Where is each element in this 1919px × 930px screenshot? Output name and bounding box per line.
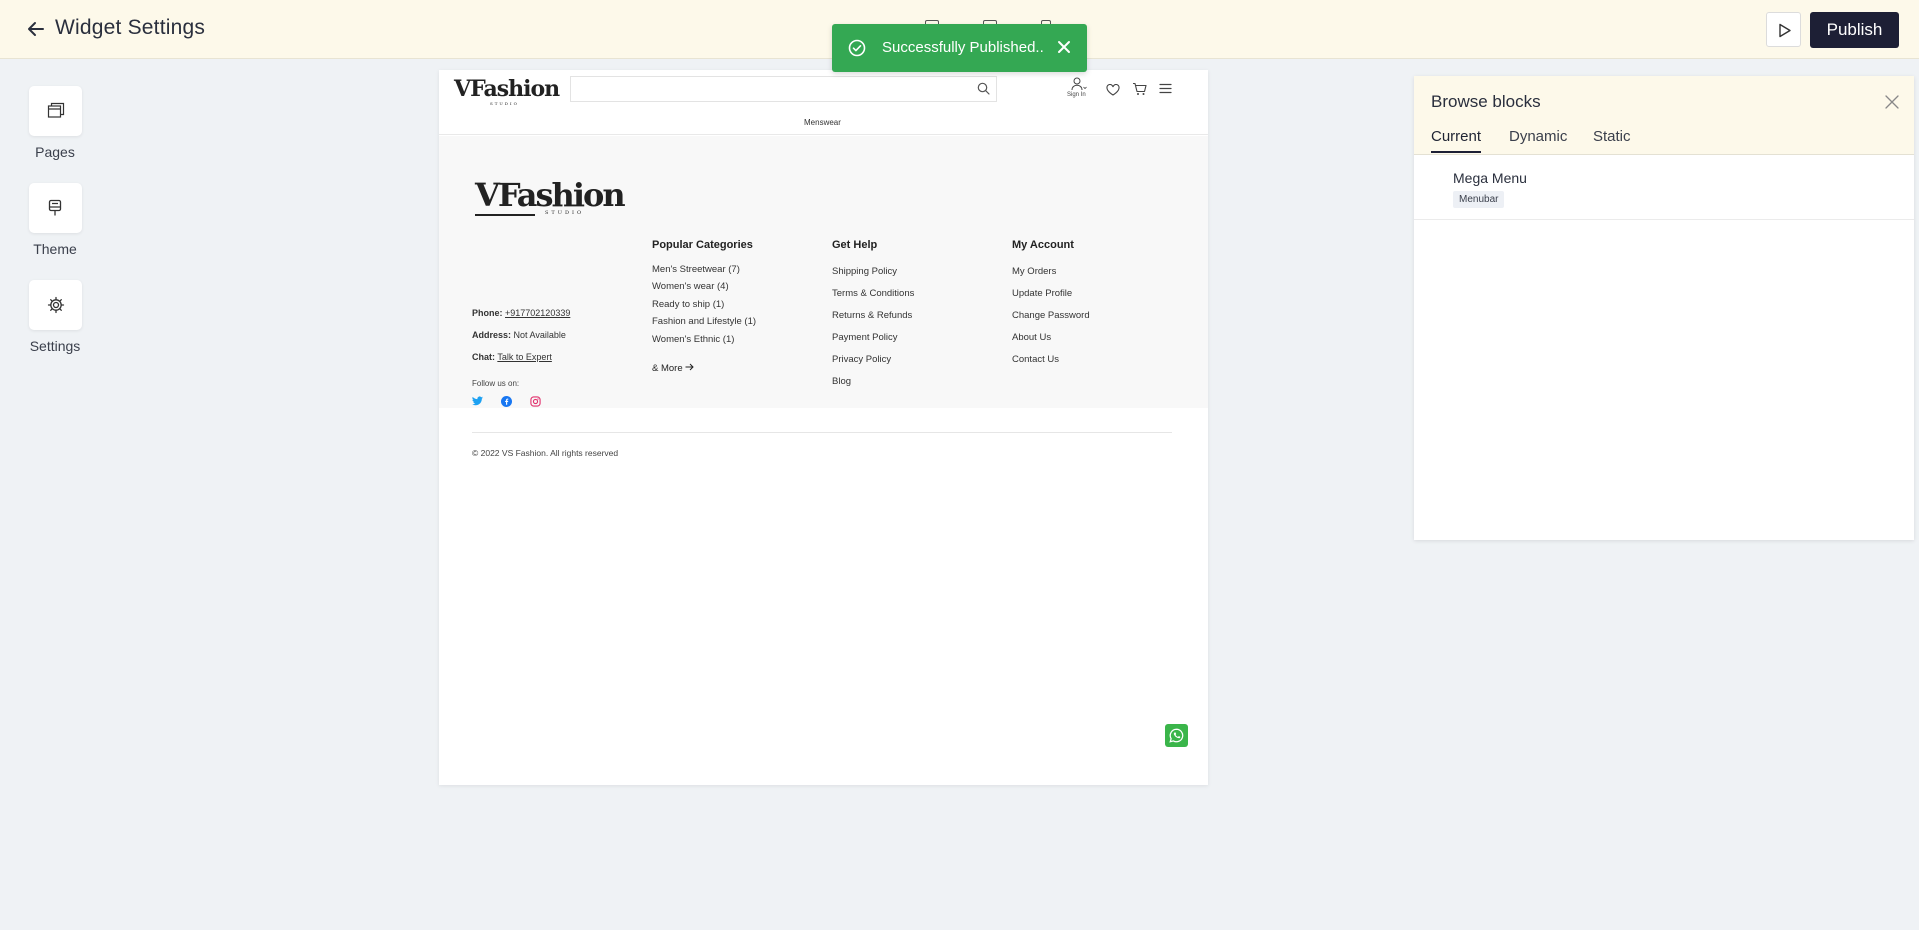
footer-link[interactable]: Change Password	[1012, 310, 1090, 321]
footer-logo: VFashion STUDIO	[475, 176, 626, 216]
sidebar-item-settings[interactable]: Settings	[26, 280, 84, 354]
cart-icon[interactable]	[1132, 82, 1147, 96]
footer-col-title: My Account	[1012, 239, 1074, 251]
footer-link[interactable]: Update Profile	[1012, 288, 1072, 299]
footer-divider	[472, 432, 1172, 433]
chat-link[interactable]: Talk to Expert	[497, 352, 552, 362]
footer-link[interactable]: Women's wear (4)	[652, 281, 729, 292]
close-icon[interactable]	[1884, 94, 1900, 110]
footer-link[interactable]: Shipping Policy	[832, 266, 897, 277]
preview-button[interactable]	[1766, 12, 1801, 47]
instagram-icon[interactable]	[530, 396, 541, 407]
footer-link[interactable]: Men's Streetwear (7)	[652, 264, 740, 275]
footer-logo-sub: STUDIO	[545, 210, 585, 216]
theme-button[interactable]	[29, 183, 82, 233]
phone-link[interactable]: +917702120339	[505, 308, 570, 318]
footer-link[interactable]: Blog	[832, 376, 851, 387]
follow-label: Follow us on:	[472, 379, 520, 388]
chat-label: Chat:	[472, 352, 495, 362]
tab-static[interactable]: Static	[1593, 128, 1631, 151]
footer-phone: Phone: +917702120339	[472, 308, 570, 318]
arrow-right-icon	[685, 363, 694, 371]
address-label: Address:	[472, 330, 512, 340]
footer-link[interactable]: Ready to ship (1)	[652, 299, 724, 310]
toast-message: Successfully Published..	[882, 39, 1044, 56]
block-tag: Menubar	[1453, 191, 1505, 208]
sidebar-item-theme[interactable]: Theme	[26, 183, 84, 257]
block-item[interactable]: Mega Menu Menubar	[1414, 156, 1914, 220]
more-link[interactable]: & More	[652, 363, 694, 374]
twitter-icon[interactable]	[472, 396, 483, 406]
footer-col-title: Popular Categories	[652, 239, 753, 251]
footer-logo-text: VFashion	[475, 176, 626, 214]
search-icon[interactable]	[977, 82, 990, 95]
tab-dynamic[interactable]: Dynamic	[1509, 128, 1567, 151]
site-search	[570, 76, 997, 102]
more-label: & More	[652, 363, 683, 374]
user-icon[interactable]	[1071, 77, 1087, 91]
settings-button[interactable]	[29, 280, 82, 330]
site-header: VFashion STUDIO Sign In Menswear	[439, 70, 1208, 135]
menu-item-menswear[interactable]: Menswear	[804, 118, 841, 127]
panel-title: Browse blocks	[1431, 92, 1541, 111]
panel-header: Browse blocks Current Dynamic Static	[1414, 76, 1914, 155]
check-circle-icon	[848, 39, 866, 57]
site-logo-sub: STUDIO	[490, 101, 519, 106]
block-name: Mega Menu	[1453, 170, 1527, 186]
logo-rule	[475, 214, 535, 216]
footer-col-title: Get Help	[832, 239, 878, 251]
page-title: Widget Settings	[55, 16, 206, 39]
phone-label: Phone:	[472, 308, 503, 318]
theme-icon	[48, 199, 62, 216]
footer-link[interactable]: Payment Policy	[832, 332, 897, 343]
browse-blocks-panel: Browse blocks Current Dynamic Static Meg…	[1414, 76, 1914, 540]
site-footer: VFashion STUDIO Phone: +917702120339 Add…	[439, 136, 1208, 458]
whatsapp-icon	[1169, 728, 1184, 743]
footer-link[interactable]: Returns & Refunds	[832, 310, 912, 321]
footer-link[interactable]: Privacy Policy	[832, 354, 891, 365]
search-input[interactable]	[571, 77, 966, 101]
tab-current[interactable]: Current	[1431, 128, 1482, 153]
facebook-icon[interactable]	[501, 396, 512, 407]
footer-link[interactable]: Fashion and Lifestyle (1)	[652, 316, 756, 327]
footer-link[interactable]: Terms & Conditions	[832, 288, 914, 299]
menu-icon[interactable]	[1159, 83, 1172, 94]
sidebar-item-label: Pages	[35, 144, 75, 160]
close-icon[interactable]	[1057, 40, 1071, 54]
footer-link[interactable]: My Orders	[1012, 266, 1056, 277]
address-value: Not Available	[513, 330, 566, 340]
pages-icon	[47, 102, 65, 118]
preview-canvas: VFashion STUDIO Sign In Menswear VFashio…	[439, 70, 1208, 785]
footer-chat: Chat: Talk to Expert	[472, 352, 552, 362]
signin-label[interactable]: Sign In	[1067, 92, 1086, 98]
footer-link[interactable]: Women's Ethnic (1)	[652, 334, 734, 345]
whatsapp-button[interactable]	[1165, 724, 1188, 747]
heart-icon[interactable]	[1106, 84, 1120, 96]
sidebar-item-pages[interactable]: Pages	[26, 86, 84, 160]
publish-button[interactable]: Publish	[1810, 12, 1899, 48]
sidebar-item-label: Settings	[29, 338, 81, 354]
footer-link[interactable]: About Us	[1012, 332, 1051, 343]
footer-address: Address: Not Available	[472, 330, 566, 340]
site-logo-text: VFashion	[454, 76, 560, 102]
pages-button[interactable]	[29, 86, 82, 136]
copyright-text: © 2022 VS Fashion. All rights reserved	[472, 448, 619, 458]
success-toast: Successfully Published..	[832, 24, 1087, 72]
footer-link[interactable]: Contact Us	[1012, 354, 1059, 365]
gear-icon	[47, 296, 65, 314]
site-logo[interactable]: VFashion STUDIO	[454, 76, 560, 106]
sidebar-item-label: Theme	[33, 241, 77, 257]
back-arrow-icon[interactable]	[26, 19, 48, 41]
